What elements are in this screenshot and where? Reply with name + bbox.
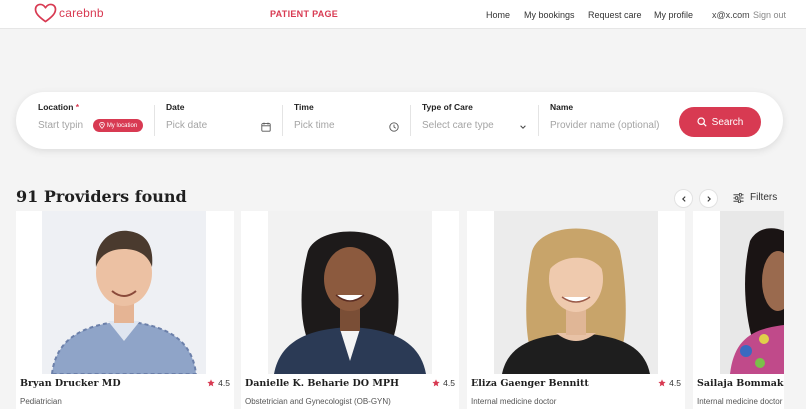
provider-photo[interactable] (268, 211, 432, 374)
brand-logo[interactable]: carebnb (34, 3, 104, 23)
time-field[interactable]: Time Pick time (294, 92, 404, 149)
provider-card[interactable]: Eliza Gaenger Bennitt 4.5 Internal medic… (467, 211, 685, 409)
provider-card[interactable]: Sailaja Bommakanti Internal medicine doc… (693, 211, 784, 409)
time-input[interactable]: Pick time (294, 120, 335, 131)
chevron-down-icon[interactable] (519, 123, 527, 131)
provider-portrait (720, 211, 784, 374)
heart-logo-icon (34, 3, 57, 23)
provider-name[interactable]: Danielle K. Beharie DO MPH (245, 378, 399, 389)
provider-specialty: Obstetrician and Gynecologist (OB-GYN) (245, 397, 391, 406)
chevron-left-icon (681, 195, 686, 202)
search-icon (697, 117, 707, 127)
provider-specialty: Internal medicine doctor (471, 397, 557, 406)
star-icon (432, 379, 440, 387)
date-input[interactable]: Pick date (166, 120, 207, 131)
results-count: 91 Providers found (16, 187, 187, 206)
name-field[interactable]: Name Provider name (optional) (550, 92, 668, 149)
search-button[interactable]: Search (679, 107, 761, 137)
nav-my-bookings[interactable]: My bookings (524, 10, 575, 20)
provider-rating: 4.5 (432, 378, 455, 388)
next-button[interactable] (699, 189, 718, 208)
provider-name[interactable]: Bryan Drucker MD (20, 378, 121, 389)
brand-name: carebnb (59, 6, 104, 20)
provider-portrait (268, 211, 432, 374)
provider-portrait (42, 211, 206, 374)
provider-photo[interactable] (494, 211, 658, 374)
care-type-select[interactable]: Type of Care Select care type (422, 92, 532, 149)
field-divider (154, 105, 155, 136)
provider-name-input[interactable]: Provider name (optional) (550, 120, 660, 131)
field-divider (538, 105, 539, 136)
provider-card[interactable]: Danielle K. Beharie DO MPH 4.5 Obstetric… (241, 211, 459, 409)
location-input[interactable]: Start typin (38, 120, 83, 131)
provider-name[interactable]: Eliza Gaenger Bennitt (471, 378, 589, 389)
field-divider (410, 105, 411, 136)
nav-my-profile[interactable]: My profile (654, 10, 693, 20)
search-button-label: Search (711, 116, 744, 128)
care-type-input[interactable]: Select care type (422, 120, 494, 131)
user-email: x@x.com (712, 10, 750, 20)
date-field[interactable]: Date Pick date (166, 92, 276, 149)
my-location-label: My location (106, 122, 138, 129)
filters-button[interactable]: Filters (733, 192, 777, 203)
provider-photo[interactable] (42, 211, 206, 374)
sliders-icon (733, 192, 744, 203)
rating-value: 4.5 (443, 378, 455, 388)
provider-specialty: Internal medicine doctor (697, 397, 783, 406)
date-label: Date (166, 102, 185, 112)
provider-rating: 4.5 (207, 378, 230, 388)
provider-portrait (494, 211, 658, 374)
previous-button[interactable] (674, 189, 693, 208)
star-icon (207, 379, 215, 387)
time-label: Time (294, 102, 314, 112)
provider-specialty: Pediatrician (20, 397, 62, 406)
nav-request-care[interactable]: Request care (588, 10, 642, 20)
care-type-label: Type of Care (422, 102, 473, 112)
provider-name[interactable]: Sailaja Bommakanti (697, 378, 784, 389)
provider-photo[interactable] (720, 211, 784, 374)
provider-card[interactable]: Bryan Drucker MD 4.5 Pediatrician (16, 211, 234, 409)
rating-value: 4.5 (669, 378, 681, 388)
name-label: Name (550, 102, 574, 112)
provider-rating: 4.5 (658, 378, 681, 388)
required-mark: * (75, 102, 80, 112)
my-location-button[interactable]: My location (93, 119, 143, 132)
search-bar: Location * Start typin My location Date … (16, 92, 783, 149)
chevron-right-icon (706, 195, 711, 202)
nav-home[interactable]: Home (486, 10, 510, 20)
calendar-icon[interactable] (261, 122, 271, 132)
star-icon (658, 379, 666, 387)
pin-icon (99, 122, 105, 129)
page-title: PATIENT PAGE (270, 9, 339, 19)
field-divider (282, 105, 283, 136)
top-navigation-bar: carebnb PATIENT PAGE Home My bookings Re… (0, 0, 806, 29)
rating-value: 4.5 (218, 378, 230, 388)
location-field[interactable]: Location * Start typin My location (38, 92, 156, 149)
location-label: Location (38, 102, 74, 112)
sign-out-link[interactable]: Sign out (753, 10, 786, 20)
filters-label: Filters (750, 192, 778, 203)
clock-icon[interactable] (389, 122, 399, 132)
